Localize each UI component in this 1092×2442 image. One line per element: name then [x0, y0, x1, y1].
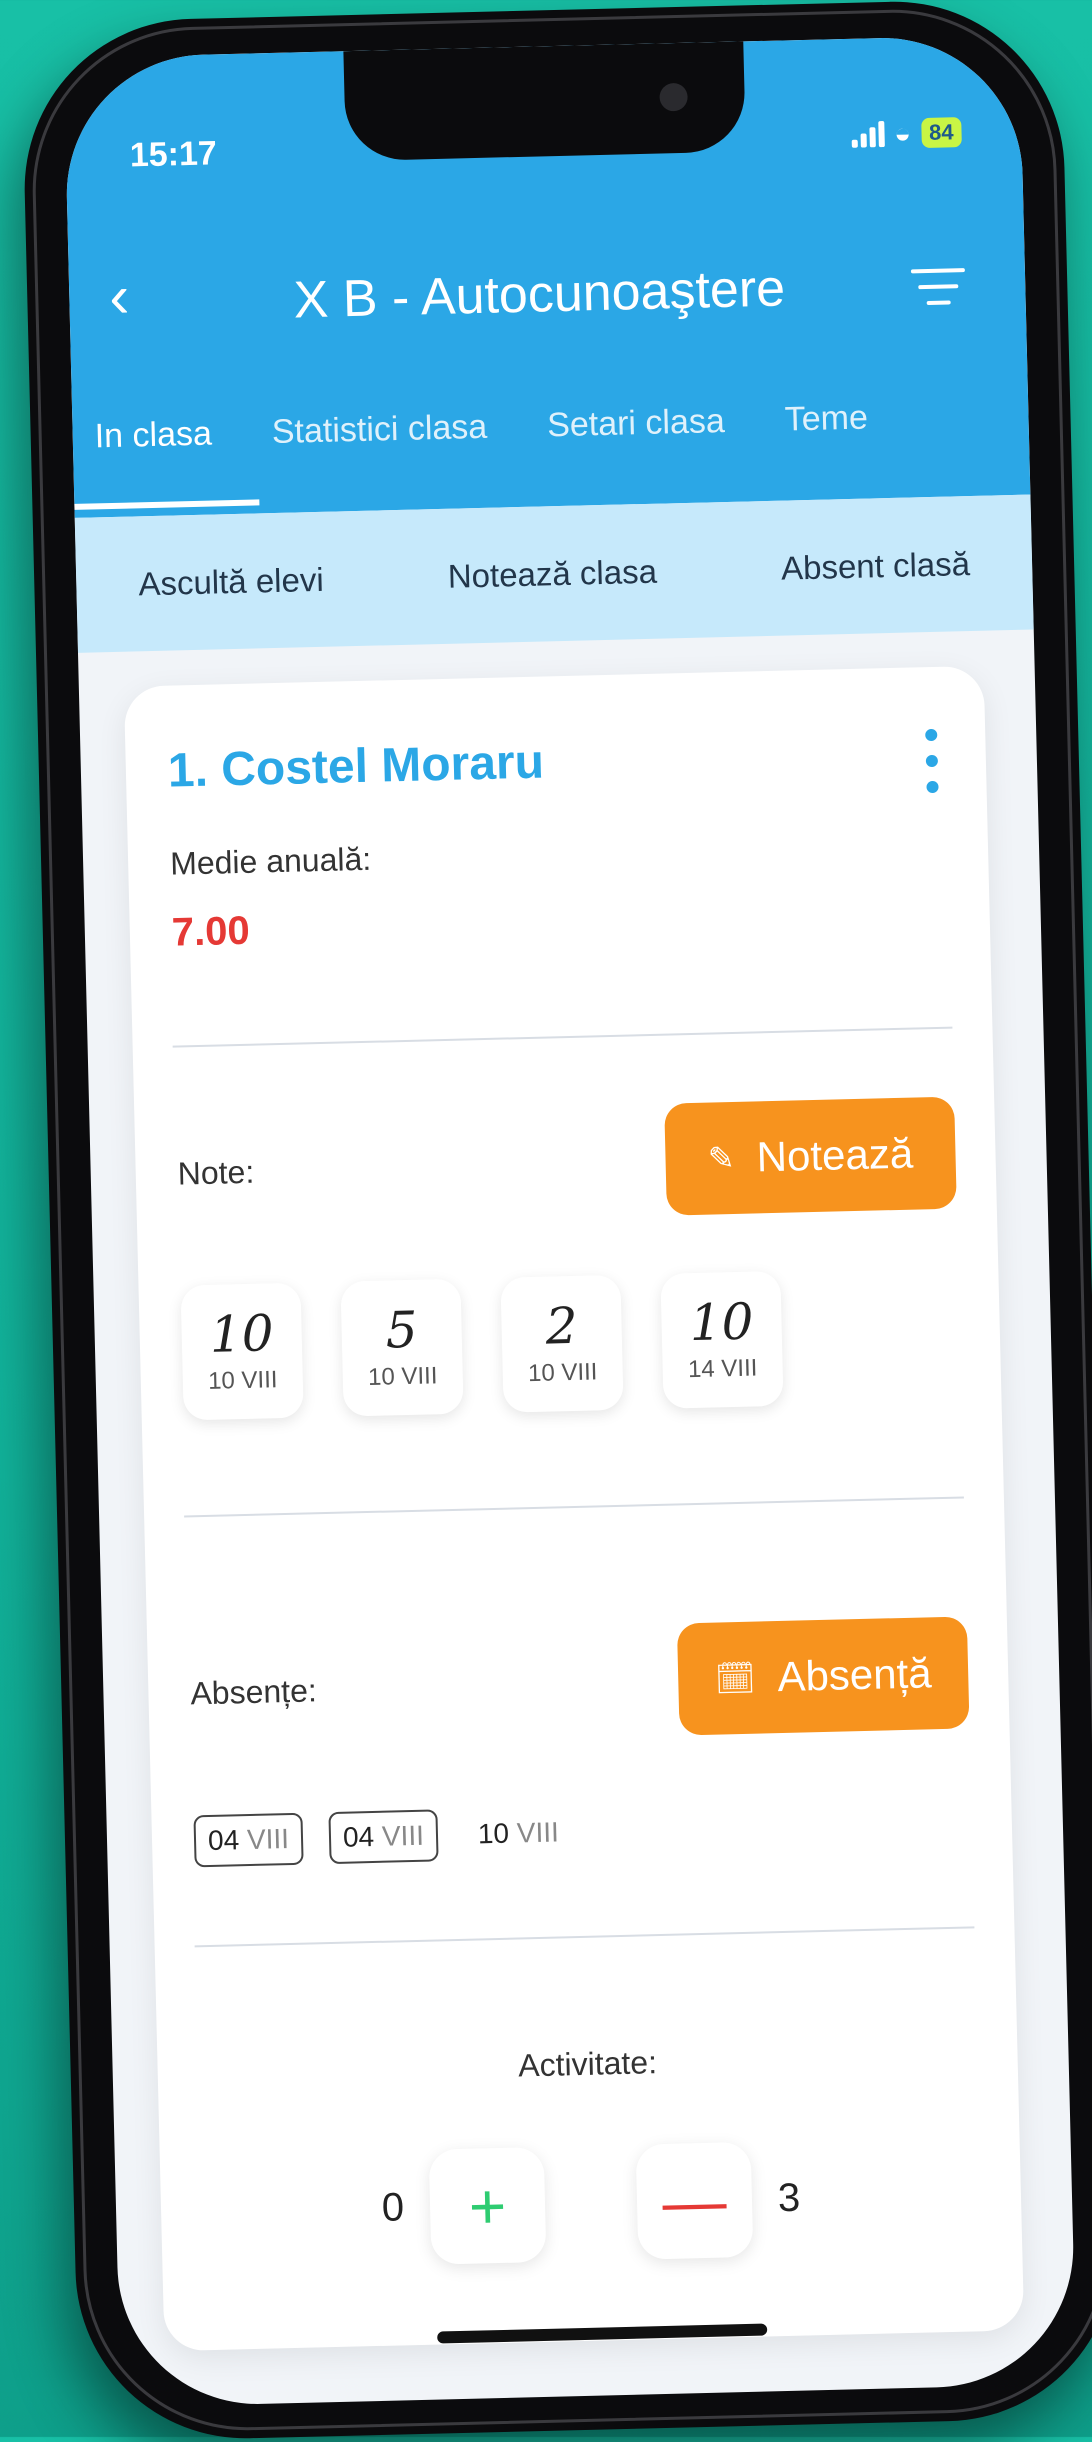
absence-day: 04	[207, 1824, 240, 1857]
activity-minus-count: 3	[777, 2175, 801, 2221]
absence-month: VIII	[516, 1816, 560, 1849]
absent-class-button[interactable]: Absent clasă	[781, 545, 971, 588]
grade-value: 5	[385, 1300, 419, 1360]
absence-month: VIII	[381, 1819, 425, 1852]
absences-list: 04 VIII 04 VIII 10 VIII	[193, 1806, 573, 1868]
grades-label: Note:	[177, 1153, 255, 1192]
grade-date: 10 VIII	[367, 1361, 438, 1391]
wifi-icon: ◒	[893, 117, 912, 149]
pen-icon: ✎	[707, 1139, 736, 1177]
plus-icon: +	[467, 2169, 508, 2243]
average-label: Medie anuală:	[169, 840, 372, 882]
activity-label: Activitate:	[517, 2044, 658, 2084]
grade-value: 10	[209, 1303, 275, 1364]
tab-statistici-clasa[interactable]: Statistici clasa	[241, 407, 517, 453]
grade-button-label: Notează	[756, 1129, 914, 1181]
grade-button[interactable]: ✎ Notează	[664, 1096, 957, 1216]
status-icons: ◒ 84	[851, 116, 962, 151]
absences-label: Absențe:	[190, 1672, 318, 1712]
divider	[172, 1026, 953, 1048]
grade-value: 10	[689, 1292, 755, 1352]
absence-item[interactable]: 04 VIII	[193, 1812, 304, 1868]
absence-item[interactable]: 10 VIII	[463, 1806, 573, 1861]
grades-list: 10 10 VIII 5 10 VIII 2 10 VIII 10 14 VII…	[180, 1270, 784, 1421]
tab-in-clasa[interactable]: In clasa	[72, 414, 242, 457]
student-name[interactable]: 1. Costel Moraru	[167, 735, 544, 799]
absence-button-label: Absență	[776, 1649, 933, 1701]
divider	[194, 1926, 975, 1948]
listen-students-button[interactable]: Ascultă elevi	[138, 560, 324, 603]
battery-icon: 84	[920, 117, 962, 149]
activity-plus-count: 0	[381, 2185, 405, 2230]
absence-item[interactable]: 04 VIII	[328, 1809, 439, 1865]
grade-class-button[interactable]: Notează clasa	[447, 552, 657, 595]
activity-minus-button[interactable]: —	[635, 2141, 754, 2260]
calendar-icon: 🗓	[714, 1659, 756, 1697]
grade-item[interactable]: 10 14 VIII	[660, 1270, 784, 1409]
action-bar: Ascultă elevi Notează clasa Absent clasă	[74, 494, 1034, 653]
phone-frame: 15:17 ◒ 84 ‹ X B - Autocunoaştere In cla…	[20, 0, 1092, 2442]
grade-date: 14 VIII	[687, 1353, 758, 1383]
tab-setari-clasa[interactable]: Setari clasa	[517, 401, 756, 446]
absence-day: 04	[342, 1820, 375, 1853]
student-card: 1. Costel Moraru Medie anuală: 7.00 Note…	[123, 665, 1025, 2352]
activity-controls: 0 + — 3	[160, 2135, 1023, 2271]
grade-date: 10 VIII	[527, 1357, 598, 1387]
absence-button[interactable]: 🗓 Absență	[676, 1616, 970, 1736]
minus-icon: —	[661, 2163, 728, 2238]
average-value: 7.00	[171, 908, 251, 955]
grade-date: 10 VIII	[207, 1365, 278, 1395]
signal-icon	[851, 121, 885, 148]
grade-item[interactable]: 2 10 VIII	[500, 1274, 624, 1413]
absence-day: 10	[477, 1817, 510, 1850]
filter-icon[interactable]	[910, 268, 966, 317]
app-screen: 15:17 ◒ 84 ‹ X B - Autocunoaştere In cla…	[63, 34, 1077, 2408]
tab-teme[interactable]: Teme	[754, 398, 898, 440]
status-time: 15:17	[129, 134, 218, 175]
grade-item[interactable]: 5 10 VIII	[340, 1278, 464, 1417]
activity-plus-button[interactable]: +	[428, 2146, 547, 2265]
grade-item[interactable]: 10 10 VIII	[180, 1282, 304, 1421]
divider	[184, 1496, 964, 1518]
absence-month: VIII	[246, 1823, 290, 1856]
grade-value: 2	[544, 1296, 579, 1356]
back-button[interactable]: ‹	[108, 263, 130, 330]
more-options-icon[interactable]	[925, 728, 939, 807]
